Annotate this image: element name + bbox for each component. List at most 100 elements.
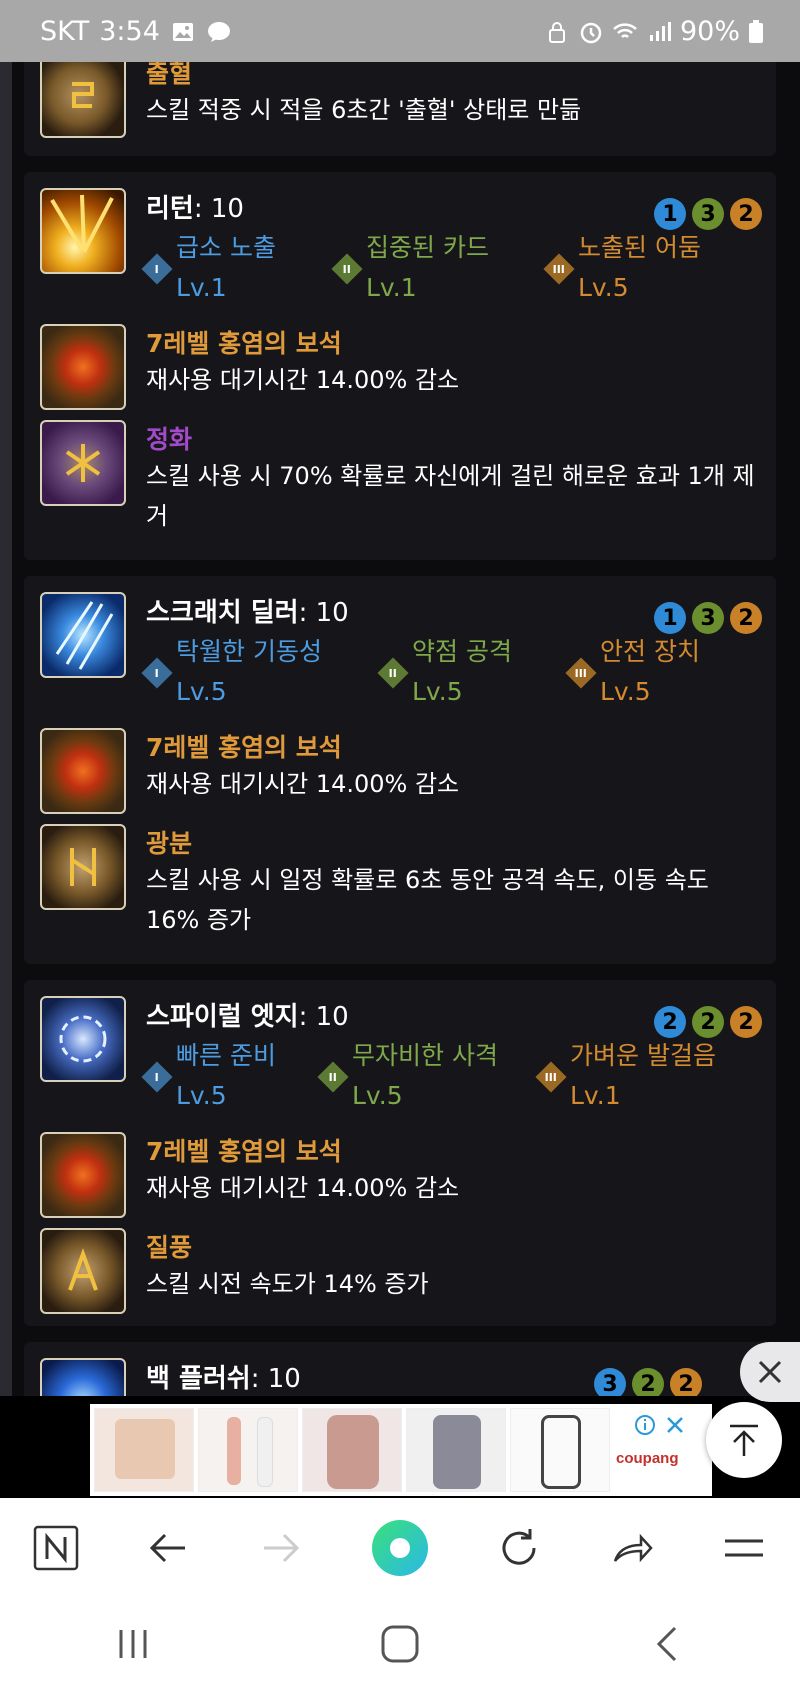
tripod-name: 약점 공격 bbox=[412, 637, 512, 666]
tripod-name: 탁월한 기동성 bbox=[176, 637, 322, 666]
rune-gale-icon bbox=[40, 1228, 126, 1314]
gem-name: 7레벨 홍염의 보석 bbox=[146, 1137, 342, 1166]
lock-icon bbox=[548, 21, 565, 43]
badge: 1 bbox=[654, 198, 686, 230]
tripod-level: Lv.5 bbox=[600, 677, 651, 706]
scroll-to-top-button[interactable] bbox=[706, 1402, 782, 1478]
tripod-numeral: I bbox=[154, 1070, 160, 1084]
menu-icon[interactable] bbox=[721, 1525, 767, 1571]
tripod-level: Lv.5 bbox=[176, 677, 227, 706]
tripod-numeral: III bbox=[574, 666, 588, 680]
skill-card-spiral-edge: 스파이럴 엣지: 10 I 빠른 준비 Lv.5 II 무자비한 사격 Lv.5 I… bbox=[24, 980, 776, 1326]
rune-desc-line1: 스킬 사용 시 70% 확률로 자신에게 걸린 해로운 효과 1개 제 bbox=[146, 462, 755, 490]
skill-return-icon bbox=[40, 188, 126, 274]
tripod-level: Lv.5 bbox=[352, 1081, 403, 1110]
close-icon bbox=[758, 1360, 782, 1384]
ad-product-image[interactable] bbox=[510, 1408, 610, 1492]
refresh-icon[interactable] bbox=[496, 1525, 542, 1571]
ad-banner[interactable]: coupang bbox=[90, 1404, 712, 1496]
tripod-numeral: III bbox=[552, 262, 566, 276]
tripod-2: II 집중된 카드 Lv.1 bbox=[331, 228, 489, 308]
back-icon[interactable] bbox=[647, 1624, 687, 1664]
naver-green-dot-icon[interactable] bbox=[370, 1518, 430, 1578]
badge: 3 bbox=[692, 198, 724, 230]
left-rail bbox=[0, 62, 12, 1396]
naver-home-icon[interactable] bbox=[33, 1525, 79, 1571]
tripod-3: III 가벼운 발걸음 Lv.1 bbox=[535, 1036, 716, 1116]
badge: 2 bbox=[692, 1006, 724, 1038]
tripod-numeral: I bbox=[154, 666, 160, 680]
tripod-level: Lv.1 bbox=[366, 273, 417, 302]
tripod-numeral: I bbox=[154, 262, 160, 276]
rune-card-partial: 출혈 스킬 적중 시 적을 6초간 '출혈' 상태로 만듦 bbox=[24, 62, 776, 156]
battery-percent: 90% bbox=[679, 16, 740, 47]
ad-product-image[interactable] bbox=[94, 1408, 194, 1492]
arrow-up-icon bbox=[730, 1424, 758, 1456]
ad-info-icon[interactable] bbox=[634, 1414, 656, 1436]
gallery-icon bbox=[172, 22, 193, 41]
badge: 2 bbox=[730, 602, 762, 634]
gem-name: 7레벨 홍염의 보석 bbox=[146, 733, 342, 762]
tripod-3: III 안전 장치 Lv.5 bbox=[565, 632, 700, 712]
tripod-level: Lv.1 bbox=[176, 273, 227, 302]
share-icon[interactable] bbox=[609, 1525, 655, 1571]
skill-level: : 10 bbox=[250, 1364, 301, 1394]
page-content: 출혈 스킬 적중 시 적을 6초간 '출혈' 상태로 만듦 리턴: 10 I 급… bbox=[0, 62, 800, 1396]
gem-desc: 재사용 대기시간 14.00% 감소 bbox=[146, 1174, 460, 1202]
rune-desc-line1: 스킬 사용 시 일정 확률로 6초 동안 공격 속도, 이동 속도 bbox=[146, 866, 709, 894]
forward-arrow-icon[interactable] bbox=[258, 1525, 304, 1571]
rune-name: 질풍 bbox=[146, 1233, 193, 1262]
back-arrow-icon[interactable] bbox=[145, 1525, 191, 1571]
skill-name: 스크래치 딜러 bbox=[146, 598, 299, 628]
skill-level: : 10 bbox=[298, 1002, 349, 1032]
tripod-name: 노출된 어둠 bbox=[578, 233, 701, 262]
tripod-badges: 1 3 2 bbox=[654, 602, 762, 634]
tripod-3: III 노출된 어둠 Lv.5 bbox=[543, 228, 701, 308]
android-navigation-bar bbox=[0, 1598, 800, 1689]
talk-icon bbox=[207, 21, 230, 42]
ad-product-image[interactable] bbox=[302, 1408, 402, 1492]
rune-purify-icon bbox=[40, 420, 126, 506]
ad-product-image[interactable] bbox=[198, 1408, 298, 1492]
tripod-1: I 탁월한 기동성 Lv.5 bbox=[141, 632, 322, 712]
skill-spiral-edge-icon bbox=[40, 996, 126, 1082]
skill-level: : 10 bbox=[298, 598, 349, 628]
battery-icon bbox=[749, 19, 763, 43]
skill-name: 스파이럴 엣지 bbox=[146, 1002, 299, 1032]
skill-card-return: 리턴: 10 I 급소 노출 Lv.1 II 집중된 카드 Lv.1 III 노출된… bbox=[24, 172, 776, 560]
skill-level: : 10 bbox=[193, 194, 244, 224]
gem-icon bbox=[40, 1132, 126, 1218]
ad-product-image[interactable] bbox=[406, 1408, 506, 1492]
wifi-icon bbox=[613, 22, 637, 38]
tripod-name: 가벼운 발걸음 bbox=[570, 1041, 716, 1070]
tripod-name: 집중된 카드 bbox=[366, 233, 489, 262]
recent-apps-icon[interactable] bbox=[113, 1624, 153, 1664]
rune-frenzy-icon bbox=[40, 824, 126, 910]
badge: 2 bbox=[730, 198, 762, 230]
skill-card-back-flush: 백 플러쉬: 10 3 2 2 bbox=[24, 1342, 776, 1396]
skill-name: 리턴 bbox=[146, 194, 194, 224]
rune-desc-line1: 스킬 시전 속도가 14% 증가 bbox=[146, 1270, 429, 1298]
tripod-numeral: III bbox=[544, 1070, 558, 1084]
badge: 3 bbox=[594, 1368, 626, 1396]
badge: 2 bbox=[730, 1006, 762, 1038]
tripod-1: I 급소 노출 Lv.1 bbox=[141, 228, 276, 308]
ad-close-button[interactable] bbox=[740, 1342, 800, 1402]
badge: 1 bbox=[654, 602, 686, 634]
ad-x-icon[interactable] bbox=[664, 1414, 686, 1436]
rune-desc: 스킬 적중 시 적을 6초간 '출혈' 상태로 만듦 bbox=[146, 96, 582, 124]
rune-bleed-icon bbox=[40, 62, 126, 138]
signal-icon bbox=[649, 21, 671, 41]
gem-name: 7레벨 홍염의 보석 bbox=[146, 329, 342, 358]
home-icon[interactable] bbox=[378, 1622, 422, 1666]
alarm-icon bbox=[580, 22, 602, 43]
rune-name: 광분 bbox=[146, 829, 193, 858]
tripod-name: 무자비한 사격 bbox=[352, 1041, 498, 1070]
badge: 2 bbox=[670, 1368, 702, 1396]
skill-back-flush-icon bbox=[40, 1358, 126, 1396]
skill-name: 백 플러쉬 bbox=[146, 1364, 251, 1394]
badge: 3 bbox=[692, 602, 724, 634]
tripod-badges: 1 3 2 bbox=[654, 198, 762, 230]
tripod-badges: 3 2 2 bbox=[594, 1368, 702, 1396]
ad-brand-logo: coupang bbox=[616, 1450, 679, 1467]
